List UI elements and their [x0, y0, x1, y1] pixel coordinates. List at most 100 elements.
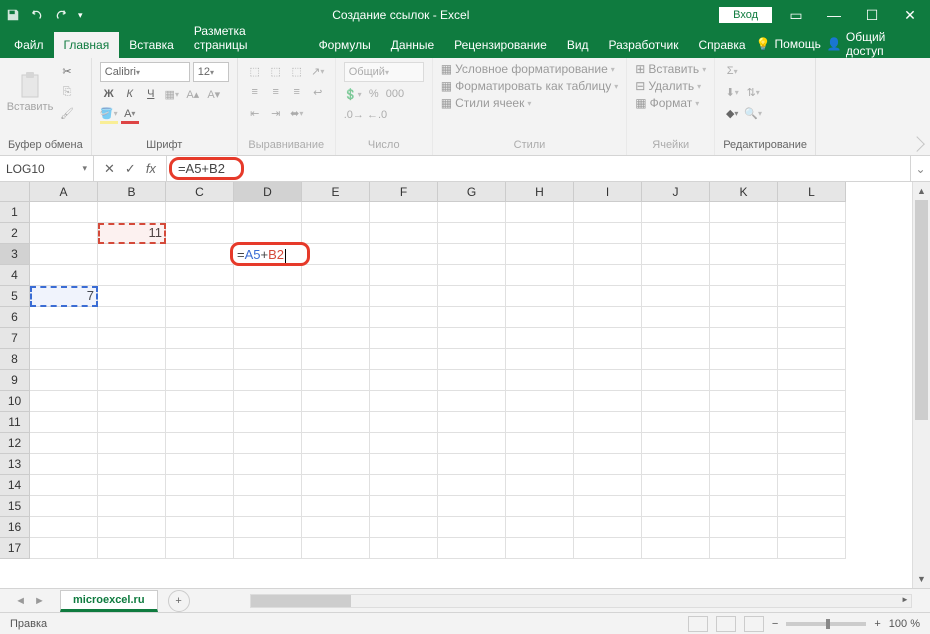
share-button[interactable]: 👤Общий доступ — [827, 30, 920, 58]
increase-decimal-icon[interactable]: .0→ — [344, 106, 364, 124]
zoom-out-icon[interactable]: − — [772, 618, 778, 630]
cell-b2[interactable]: 11 — [98, 223, 166, 244]
tab-page-layout[interactable]: Разметка страницы — [184, 18, 309, 58]
minimize-icon[interactable]: — — [820, 7, 848, 23]
col-header[interactable]: K — [710, 182, 778, 202]
autosum-icon[interactable]: Σ — [723, 62, 741, 80]
row-header[interactable]: 3 — [0, 244, 30, 265]
new-sheet-button[interactable]: + — [168, 590, 190, 612]
tab-help[interactable]: Справка — [689, 32, 756, 58]
vertical-scrollbar[interactable]: ▲ ▼ — [912, 182, 930, 588]
row-header[interactable]: 2 — [0, 223, 30, 244]
ribbon-options-icon[interactable]: ▭ — [782, 7, 810, 24]
align-center-icon[interactable]: ≡ — [267, 83, 285, 101]
tab-data[interactable]: Данные — [381, 32, 444, 58]
tab-developer[interactable]: Разработчик — [599, 32, 689, 58]
active-cell-d3[interactable]: =A5+B2 — [230, 242, 310, 266]
orientation-icon[interactable]: ↗ — [309, 62, 327, 80]
login-button[interactable]: Вход — [719, 7, 772, 23]
cancel-formula-icon[interactable]: ✕ — [104, 161, 115, 177]
tab-formulas[interactable]: Формулы — [309, 32, 381, 58]
col-header[interactable]: D — [234, 182, 302, 202]
align-right-icon[interactable]: ≡ — [288, 83, 306, 101]
hscroll-thumb[interactable] — [251, 595, 351, 607]
scroll-up-icon[interactable]: ▲ — [913, 182, 930, 200]
sheet-tab[interactable]: microexcel.ru — [60, 590, 158, 612]
tab-view[interactable]: Вид — [557, 32, 599, 58]
undo-icon[interactable] — [30, 8, 44, 22]
tab-file[interactable]: Файл — [4, 32, 54, 58]
wrap-text-icon[interactable]: ↩ — [309, 83, 327, 101]
zoom-slider[interactable] — [786, 622, 866, 626]
decrease-indent-icon[interactable]: ⇤ — [246, 104, 264, 122]
font-name-combo[interactable]: Calibri — [100, 62, 190, 82]
normal-view-icon[interactable] — [688, 616, 708, 632]
select-all-corner[interactable] — [0, 182, 30, 202]
zoom-in-icon[interactable]: + — [874, 618, 880, 630]
col-header[interactable]: J — [642, 182, 710, 202]
align-bottom-icon[interactable]: ⬚ — [288, 62, 306, 80]
formula-input[interactable]: =A5+B2 — [167, 156, 910, 181]
copy-icon[interactable]: ⎘ — [58, 83, 76, 101]
name-box-dropdown-icon[interactable]: ▾ — [82, 163, 87, 174]
fill-color-button[interactable]: 🪣 — [100, 106, 118, 124]
clear-icon[interactable]: ◆ — [723, 104, 741, 122]
percent-format-icon[interactable]: % — [365, 85, 383, 103]
save-icon[interactable] — [6, 8, 20, 22]
scroll-right-icon[interactable]: ► — [898, 595, 912, 604]
decrease-decimal-icon[interactable]: ←.0 — [367, 106, 387, 124]
comma-format-icon[interactable]: 000 — [386, 85, 404, 103]
scroll-thumb[interactable] — [915, 200, 928, 420]
horizontal-scrollbar[interactable]: ◄ ► — [250, 594, 912, 608]
col-header[interactable]: C — [166, 182, 234, 202]
fx-icon[interactable]: fx — [146, 161, 156, 176]
maximize-icon[interactable]: ☐ — [858, 7, 886, 24]
sheet-nav-next-icon[interactable]: ► — [34, 595, 45, 607]
tab-insert[interactable]: Вставка — [119, 32, 184, 58]
cut-icon[interactable]: ✂ — [58, 62, 76, 80]
col-header[interactable]: E — [302, 182, 370, 202]
page-layout-view-icon[interactable] — [716, 616, 736, 632]
number-format-combo[interactable]: Общий — [344, 62, 424, 82]
font-color-button[interactable]: A — [121, 106, 139, 124]
row-header[interactable]: 15 — [0, 496, 30, 517]
row-header[interactable]: 6 — [0, 307, 30, 328]
close-icon[interactable]: ✕ — [896, 7, 924, 24]
accounting-format-icon[interactable]: 💲 — [344, 85, 362, 103]
row-header[interactable]: 11 — [0, 412, 30, 433]
row-header[interactable]: 10 — [0, 391, 30, 412]
tab-home[interactable]: Главная — [54, 32, 120, 58]
merge-button[interactable]: ⬌ — [288, 104, 306, 122]
align-middle-icon[interactable]: ⬚ — [267, 62, 285, 80]
expand-formula-bar-icon[interactable]: ⌄ — [910, 156, 930, 181]
bold-button[interactable]: Ж — [100, 85, 118, 103]
col-header[interactable]: A — [30, 182, 98, 202]
font-size-combo[interactable]: 12 — [193, 62, 229, 82]
paste-button[interactable]: Вставить — [8, 62, 52, 122]
cell-a5[interactable]: 7 — [30, 286, 98, 307]
scroll-down-icon[interactable]: ▼ — [913, 570, 930, 588]
col-header[interactable]: I — [574, 182, 642, 202]
align-left-icon[interactable]: ≡ — [246, 83, 264, 101]
delete-cells-button[interactable]: ⊟Удалить — [635, 79, 701, 93]
row-header[interactable]: 5 — [0, 286, 30, 307]
col-header[interactable]: F — [370, 182, 438, 202]
col-header[interactable]: G — [438, 182, 506, 202]
align-top-icon[interactable]: ⬚ — [246, 62, 264, 80]
format-as-table-button[interactable]: ▦Форматировать как таблицу — [441, 79, 619, 93]
zoom-level[interactable]: 100 % — [889, 618, 920, 630]
col-header[interactable]: B — [98, 182, 166, 202]
cells-area[interactable]: /*rows generated below statically*/ 11 7… — [30, 202, 912, 588]
row-header[interactable]: 13 — [0, 454, 30, 475]
fill-icon[interactable]: ⬇ — [723, 83, 741, 101]
col-header[interactable]: L — [778, 182, 846, 202]
row-header[interactable]: 14 — [0, 475, 30, 496]
italic-button[interactable]: К — [121, 85, 139, 103]
format-painter-icon[interactable]: 🖌 — [58, 104, 76, 122]
find-select-icon[interactable]: 🔍 — [744, 104, 762, 122]
tell-me-button[interactable]: 💡Помощь — [756, 37, 821, 51]
increase-indent-icon[interactable]: ⇥ — [267, 104, 285, 122]
sort-filter-icon[interactable]: ⇅ — [744, 83, 762, 101]
insert-cells-button[interactable]: ⊞Вставить — [635, 62, 706, 76]
cell-styles-button[interactable]: ▦Стили ячеек — [441, 96, 532, 110]
